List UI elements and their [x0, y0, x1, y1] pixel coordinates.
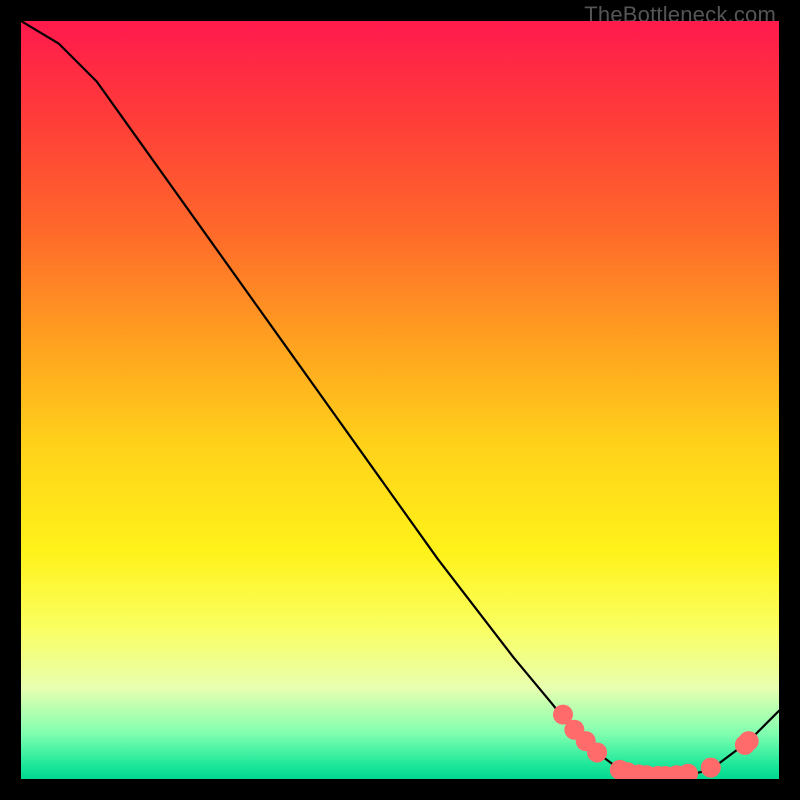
chart-container: TheBottleneck.com — [0, 0, 800, 800]
chart-svg — [21, 21, 779, 779]
marker-point — [701, 758, 721, 778]
marker-group — [553, 705, 759, 779]
plot-area — [21, 21, 779, 779]
marker-point — [678, 764, 698, 779]
marker-point — [587, 742, 607, 762]
curve-path — [21, 21, 779, 777]
curve-path-group — [21, 21, 779, 777]
marker-point — [739, 731, 759, 751]
